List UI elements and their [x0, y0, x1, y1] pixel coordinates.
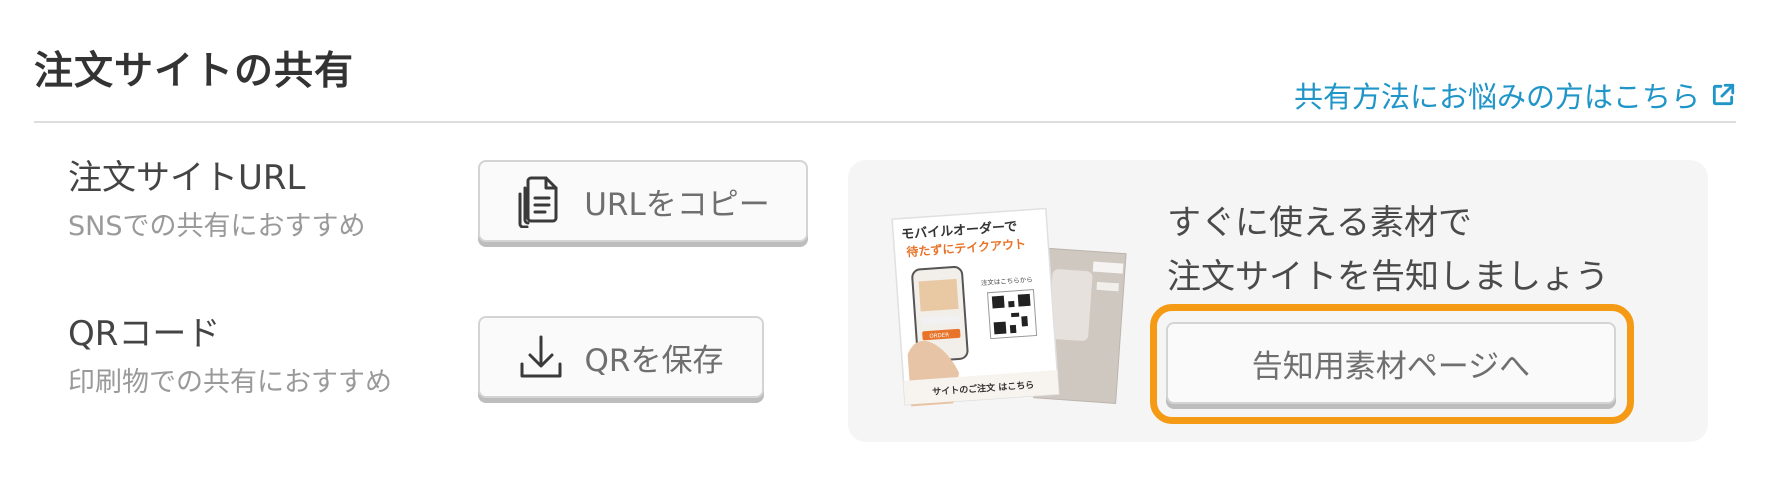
qr-row-subtitle: 印刷物での共有におすすめ: [68, 367, 392, 398]
save-qr-button-label: QRを保存: [584, 342, 724, 379]
download-icon: [520, 335, 562, 378]
copy-url-button-label: URLをコピー: [584, 186, 770, 223]
external-link-icon: [1712, 83, 1735, 106]
copy-document-icon: [518, 176, 558, 228]
url-row-title: 注文サイトURL: [68, 158, 306, 198]
copy-url-button[interactable]: URLをコピー: [478, 160, 808, 242]
promo-line-1: すぐに使える素材で: [1167, 203, 1472, 243]
promo-materials-image: モバイルオーダーで 待たずにテイクアウト ORDER 注文はこちらから サイトの…: [891, 207, 1127, 407]
url-row-subtitle: SNSでの共有におすすめ: [68, 211, 366, 242]
qr-row-title: QRコード: [68, 314, 221, 354]
promo-materials-button[interactable]: 告知用素材ページへ: [1166, 322, 1616, 404]
save-qr-button[interactable]: QRを保存: [478, 316, 764, 398]
help-link-label: 共有方法にお悩みの方はこちら: [1293, 80, 1700, 114]
promo-line-2: 注文サイトを告知しましょう: [1167, 257, 1609, 297]
help-link[interactable]: 共有方法にお悩みの方はこちら: [1294, 74, 1736, 116]
header-divider: [34, 121, 1736, 123]
promo-message: すぐに使える素材で 注文サイトを告知しましょう: [1167, 196, 1609, 304]
promo-materials-button-label: 告知用素材ページへ: [1251, 348, 1531, 385]
share-order-site-panel: 注文サイトの共有 共有方法にお悩みの方はこちら 注文サイトURL SNSでの共有…: [0, 0, 1776, 488]
section-title: 注文サイトの共有: [34, 49, 355, 94]
